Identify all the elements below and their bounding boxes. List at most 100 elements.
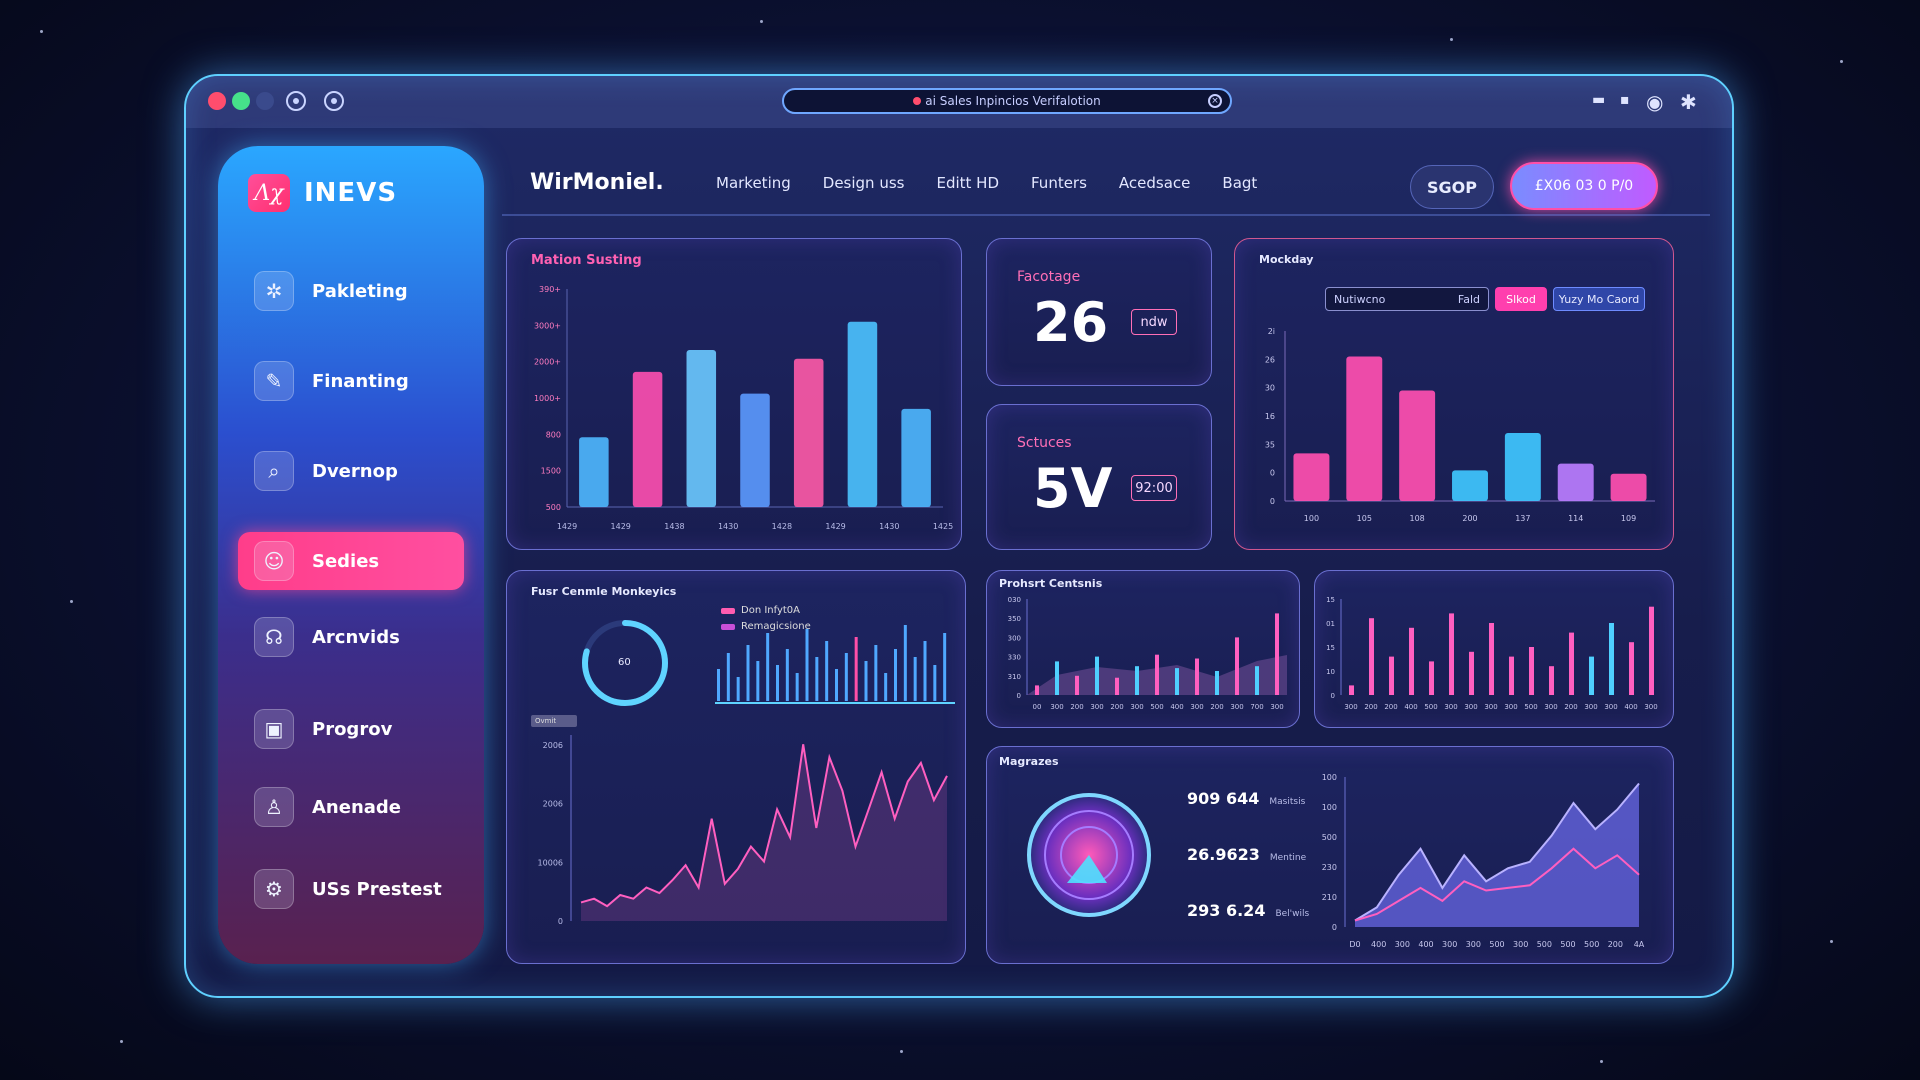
sidebar-item-label: Progrov bbox=[312, 718, 393, 740]
mini-bar bbox=[864, 661, 868, 701]
x-tick-label: 200 bbox=[1564, 703, 1577, 711]
x-tick-label: 109 bbox=[1621, 514, 1636, 523]
star bbox=[120, 1040, 123, 1043]
x-tick-label: 300 bbox=[1270, 703, 1283, 711]
filter-tag-blue[interactable]: Yuzy Mo Caord bbox=[1553, 287, 1645, 311]
sidebar-item-pakleting[interactable]: ✲ Pakleting bbox=[238, 262, 464, 320]
y-tick-label: 30 bbox=[1265, 384, 1275, 393]
y-tick-label: 100 bbox=[1322, 773, 1337, 782]
sidebar-item-progrov[interactable]: ▣ Progrov bbox=[238, 700, 464, 758]
secure-indicator-icon bbox=[913, 97, 922, 105]
x-tick-label: 300 bbox=[1604, 703, 1617, 711]
y-tick-label: 330 bbox=[1008, 654, 1021, 662]
profile-icon[interactable]: ◉ bbox=[1646, 90, 1663, 114]
mini-bar bbox=[746, 645, 750, 701]
mini-bar-chart bbox=[715, 625, 955, 704]
y-tick-label: 2i bbox=[1268, 327, 1275, 336]
bar bbox=[1349, 685, 1354, 695]
bar bbox=[1055, 661, 1059, 695]
y-tick-label: 2006 bbox=[543, 800, 563, 809]
bar bbox=[1346, 356, 1383, 501]
bar bbox=[1469, 651, 1474, 695]
mini-bar bbox=[903, 625, 907, 701]
metric-row: 293 6.24 Bel'wils bbox=[1187, 901, 1309, 920]
x-tick-label: 300 bbox=[1395, 940, 1410, 949]
stat-chip[interactable]: ndw bbox=[1131, 309, 1177, 335]
nav-link-marketing[interactable]: Marketing bbox=[716, 174, 791, 192]
fusr-panel: Fusr Cenmle Monkeyics 60 Don Infyt0A Rem… bbox=[506, 570, 966, 964]
x-tick-label: 300 bbox=[1644, 703, 1657, 711]
brand[interactable]: Λχ INEVS bbox=[248, 174, 397, 212]
close-window-button[interactable] bbox=[208, 92, 226, 110]
back-icon[interactable] bbox=[286, 91, 306, 111]
x-tick-label: 700 bbox=[1250, 703, 1263, 711]
nav-link-design[interactable]: Design uss bbox=[823, 174, 905, 192]
bar bbox=[1529, 647, 1534, 695]
user-icon: ☺ bbox=[254, 541, 294, 581]
stat-value: 5V bbox=[1033, 457, 1113, 520]
menu-icon[interactable]: ▬ bbox=[1592, 92, 1605, 108]
secondary-button[interactable]: SGOP bbox=[1410, 165, 1494, 209]
nav-link-funters[interactable]: Funters bbox=[1031, 174, 1087, 192]
settings-icon: ✲ bbox=[254, 271, 294, 311]
filter-input-tag: Fald bbox=[1457, 292, 1480, 306]
sidebar-item-arcnvids[interactable]: ☊ Arcnvids bbox=[238, 608, 464, 666]
x-tick-label: 1425 bbox=[933, 522, 953, 531]
x-tick-label: 300 bbox=[1513, 940, 1528, 949]
x-tick-label: 500 bbox=[1537, 940, 1552, 949]
y-tick-label: 0 bbox=[558, 917, 563, 926]
y-tick-label: 10 bbox=[1326, 668, 1335, 676]
bar bbox=[1409, 627, 1414, 695]
bar bbox=[579, 437, 609, 507]
nav-link-bagt[interactable]: Bagt bbox=[1222, 174, 1257, 192]
x-tick-label: 200 bbox=[1384, 703, 1397, 711]
x-tick-label: 300 bbox=[1050, 703, 1063, 711]
motion-chart-panel: Mation Susting 390+ 3000+ 2000+ 1000+ 800 150… bbox=[506, 238, 962, 550]
x-tick-label: 400 bbox=[1404, 703, 1417, 711]
sidebar-item-label: Finanting bbox=[312, 370, 409, 392]
bar bbox=[1449, 613, 1454, 695]
sidebar-item-label: Pakleting bbox=[312, 280, 408, 302]
metric-note: Bel'wils bbox=[1275, 909, 1310, 919]
bar bbox=[1489, 623, 1494, 695]
minimize-window-button[interactable] bbox=[232, 92, 250, 110]
stat-chip[interactable]: 92:00 bbox=[1131, 475, 1177, 501]
search-icon: ⌕ bbox=[254, 451, 294, 491]
sidebar-item-sedies[interactable]: ☺ Sedies bbox=[238, 532, 464, 590]
forward-icon[interactable] bbox=[324, 91, 344, 111]
nav-link-edit[interactable]: Editt HD bbox=[936, 174, 999, 192]
maximize-window-button[interactable] bbox=[256, 92, 274, 110]
radar-gauge bbox=[1027, 793, 1151, 917]
y-tick-label: 0 bbox=[1270, 497, 1275, 506]
y-tick-label: 3000+ bbox=[534, 321, 561, 330]
x-tick-label: 500 bbox=[1424, 703, 1437, 711]
y-tick-label: 16 bbox=[1265, 412, 1275, 421]
metric-note: Masitsis bbox=[1269, 797, 1306, 807]
x-tick-label: 4A bbox=[1634, 940, 1645, 949]
x-tick-label: 300 bbox=[1190, 703, 1203, 711]
sidebar-item-finanting[interactable]: ✎ Finanting bbox=[238, 352, 464, 410]
x-tick-label: 300 bbox=[1464, 703, 1477, 711]
star bbox=[900, 1050, 903, 1053]
nav-link-acedsace[interactable]: Acedsace bbox=[1119, 174, 1190, 192]
mini-bar bbox=[874, 645, 878, 701]
x-tick-label: 300 bbox=[1090, 703, 1103, 711]
metric-row: 26.9623 Mentine bbox=[1187, 845, 1306, 864]
series-area bbox=[1355, 783, 1639, 927]
x-tick-label: 114 bbox=[1568, 514, 1583, 523]
sidebar-item-dvernop[interactable]: ⌕ Dvernop bbox=[238, 442, 464, 500]
filter-input[interactable]: Nutiwcno Fald bbox=[1325, 287, 1489, 311]
sidebar-item-uss-prestest[interactable]: ⚙ USs Prestest bbox=[238, 860, 464, 918]
sidebar-item-anenade[interactable]: ♙ Anenade bbox=[238, 778, 464, 836]
y-tick-label: 0 bbox=[1331, 692, 1335, 700]
clear-address-icon[interactable]: × bbox=[1208, 94, 1222, 108]
filter-tag-pink[interactable]: Slkod bbox=[1495, 287, 1547, 311]
primary-button[interactable]: £X06 03 0 P/0 bbox=[1510, 162, 1658, 210]
address-bar[interactable]: ai Sales Inpincios Verifalotion × bbox=[782, 88, 1232, 114]
x-tick-label: 300 bbox=[1504, 703, 1517, 711]
x-tick-label: 300 bbox=[1230, 703, 1243, 711]
bar bbox=[847, 321, 878, 507]
stat-label: Facotage bbox=[1017, 269, 1081, 285]
lock-icon[interactable]: ▪ bbox=[1620, 92, 1630, 108]
settings-gear-icon[interactable]: ✱ bbox=[1680, 90, 1697, 114]
